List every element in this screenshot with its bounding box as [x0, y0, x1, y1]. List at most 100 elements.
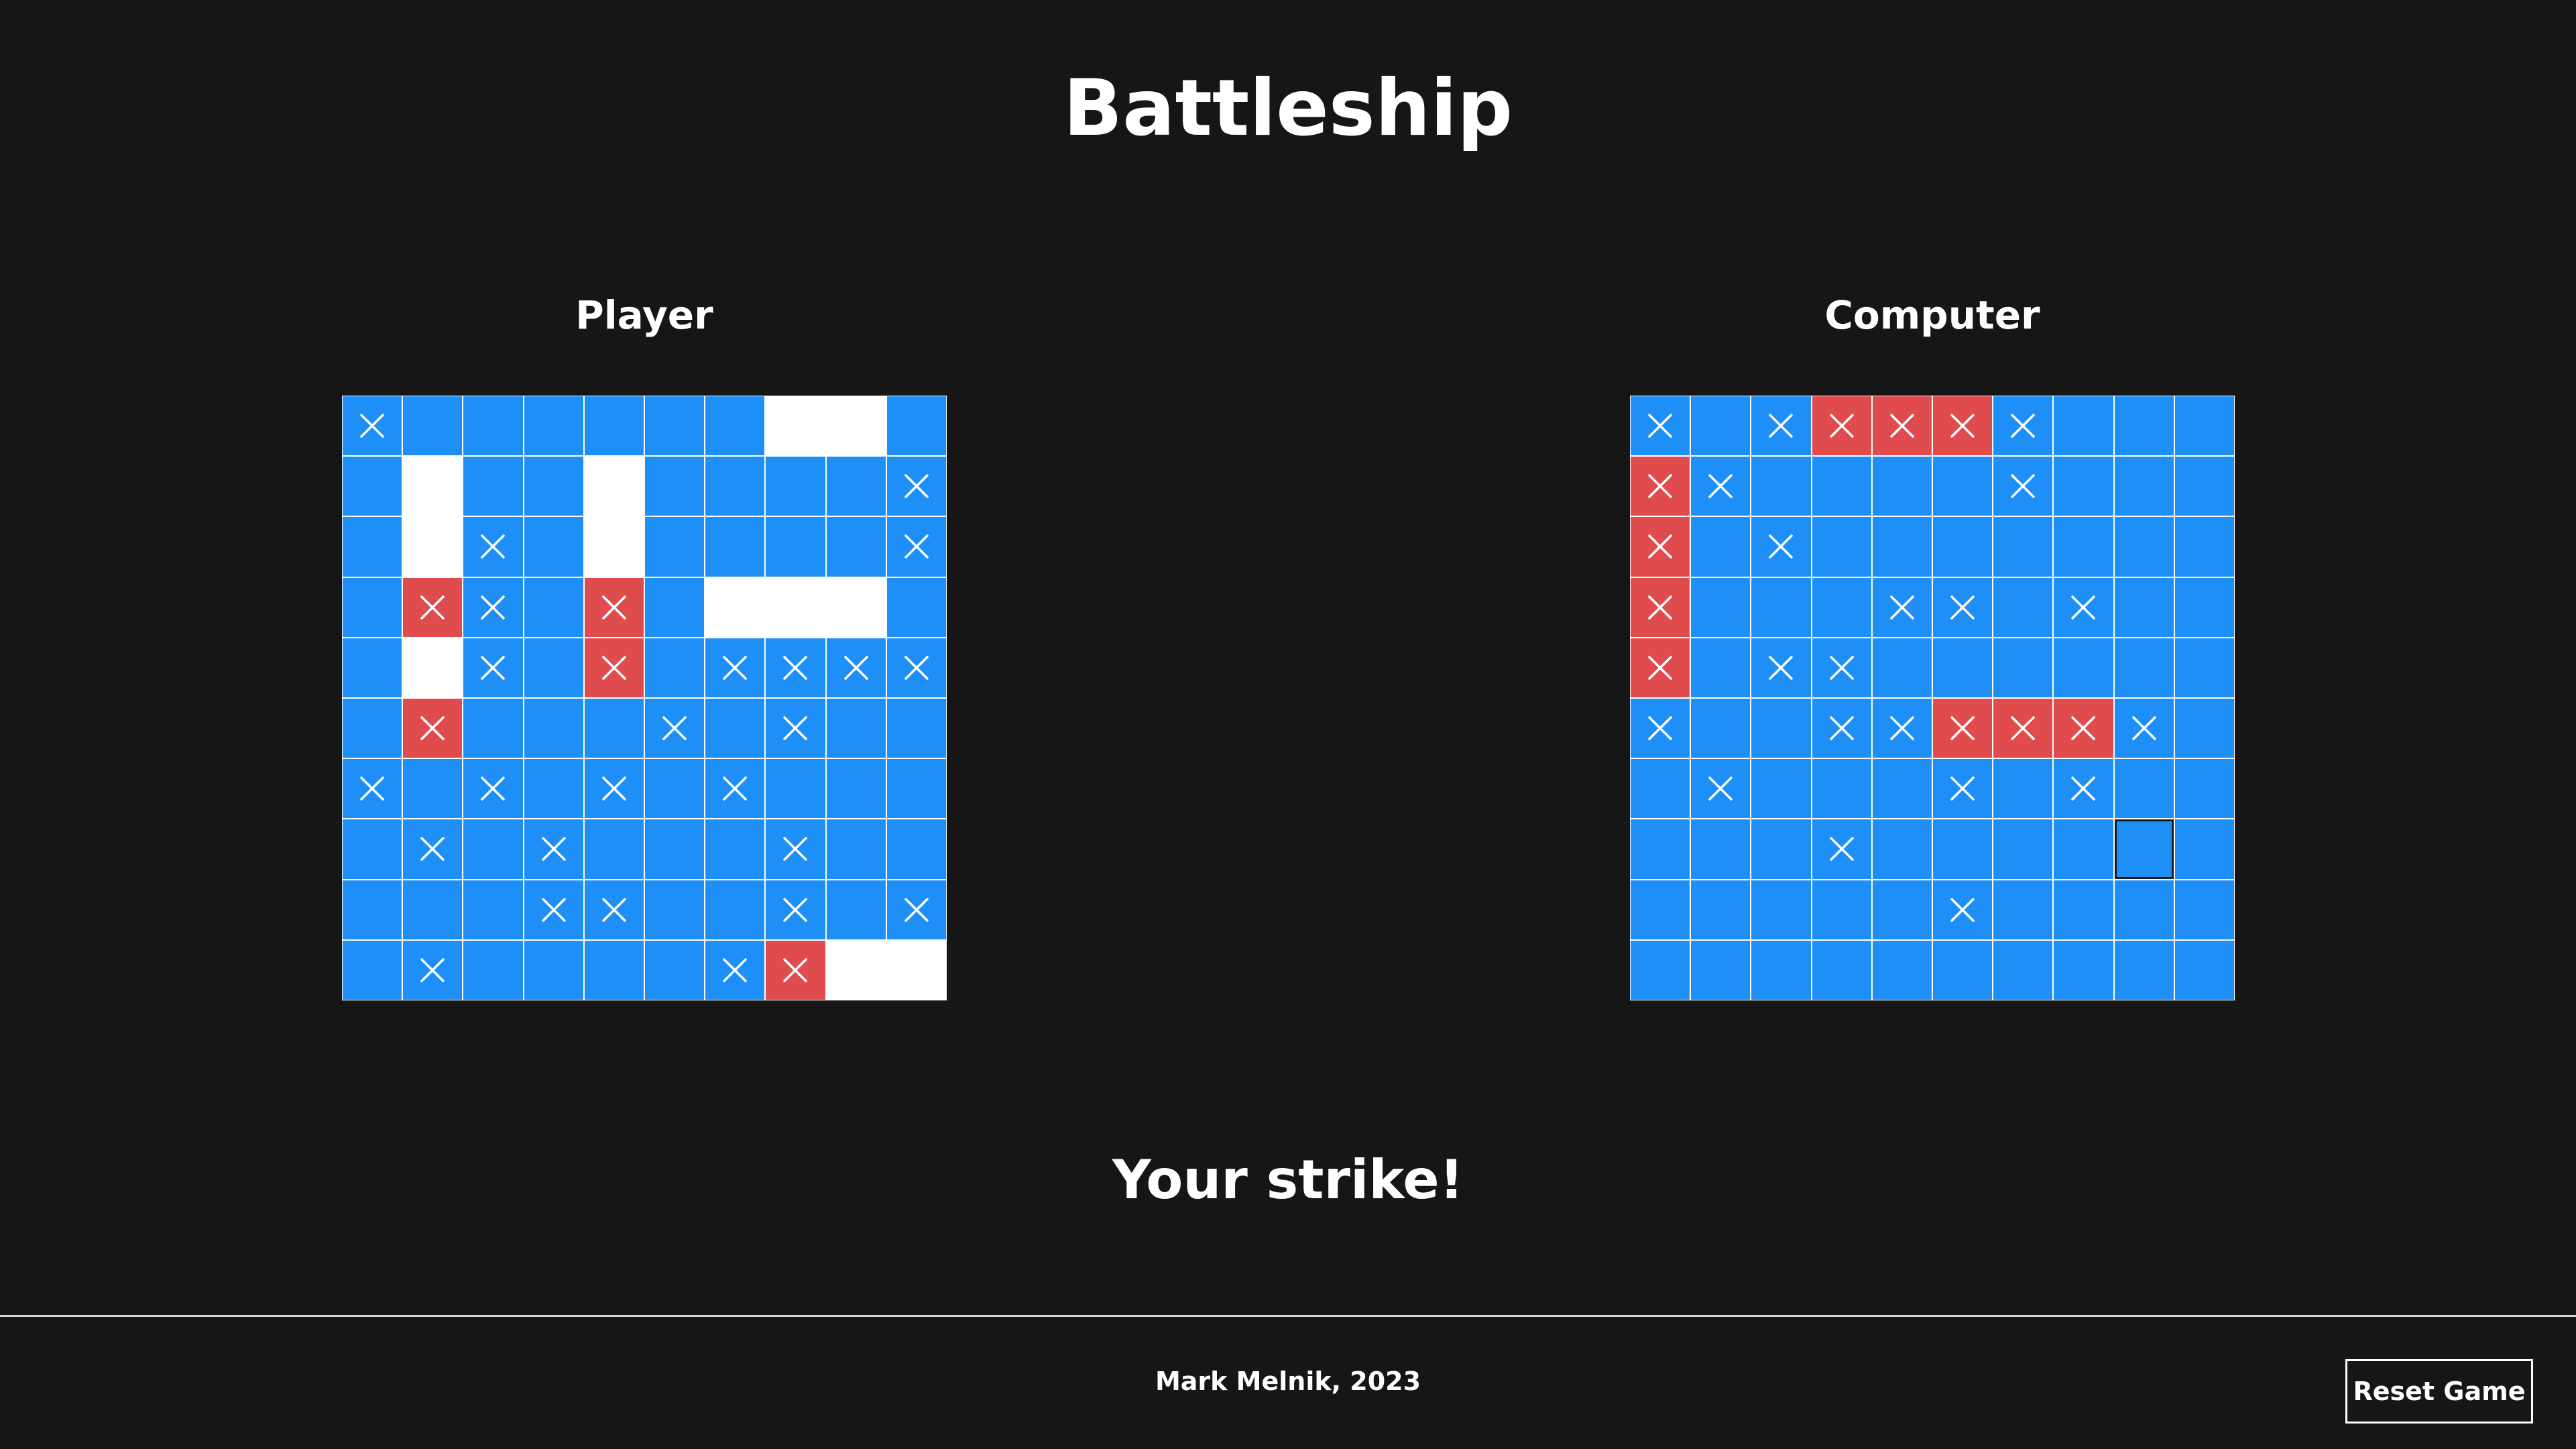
computer-cell-water[interactable]: [2054, 880, 2113, 939]
computer-cell-water[interactable]: [1691, 638, 1751, 697]
computer-cell-hit[interactable]: [1631, 638, 1690, 697]
computer-cell-hover[interactable]: [2114, 819, 2174, 879]
computer-cell-water[interactable]: [1631, 759, 1690, 819]
computer-cell-water[interactable]: [2054, 517, 2113, 577]
computer-cell-water[interactable]: [2114, 517, 2174, 577]
computer-cell-miss[interactable]: [1932, 577, 1993, 637]
computer-cell-water[interactable]: [1932, 638, 1993, 697]
computer-cell-water[interactable]: [1631, 819, 1690, 879]
computer-cell-water[interactable]: [2174, 698, 2234, 758]
computer-cell-miss[interactable]: [1812, 698, 1871, 758]
computer-cell-hit[interactable]: [1812, 396, 1871, 456]
computer-cell-water[interactable]: [1812, 880, 1871, 939]
computer-cell-water[interactable]: [1993, 819, 2053, 879]
computer-cell-hit[interactable]: [1932, 396, 1993, 456]
computer-cell-water[interactable]: [2114, 638, 2174, 697]
computer-cell-miss[interactable]: [1631, 698, 1690, 758]
computer-cell-water[interactable]: [1751, 880, 1811, 939]
computer-cell-miss[interactable]: [1872, 577, 1932, 637]
computer-cell-water[interactable]: [1872, 819, 1932, 879]
computer-cell-hit[interactable]: [1932, 698, 1993, 758]
computer-cell-hit[interactable]: [1872, 396, 1932, 456]
computer-cell-water[interactable]: [1812, 517, 1871, 577]
computer-cell-water[interactable]: [2174, 457, 2234, 516]
computer-cell-water[interactable]: [1993, 517, 2053, 577]
computer-cell-miss[interactable]: [1872, 698, 1932, 758]
computer-cell-water[interactable]: [1751, 577, 1811, 637]
computer-cell-water[interactable]: [1691, 577, 1751, 637]
computer-cell-water[interactable]: [1872, 880, 1932, 939]
computer-cell-miss[interactable]: [1812, 819, 1871, 879]
computer-cell-miss[interactable]: [1751, 638, 1811, 697]
computer-cell-miss[interactable]: [1751, 517, 1811, 577]
computer-cell-water[interactable]: [1691, 517, 1751, 577]
computer-cell-water[interactable]: [1812, 940, 1871, 1000]
computer-cell-water[interactable]: [2114, 577, 2174, 637]
computer-cell-hit[interactable]: [1631, 577, 1690, 637]
computer-cell-miss[interactable]: [1812, 638, 1871, 697]
computer-cell-water[interactable]: [2054, 819, 2113, 879]
computer-cell-water[interactable]: [2174, 759, 2234, 819]
computer-cell-miss[interactable]: [1691, 457, 1751, 516]
computer-cell-water[interactable]: [1872, 457, 1932, 516]
computer-cell-hit[interactable]: [1631, 517, 1690, 577]
computer-cell-water[interactable]: [1812, 457, 1871, 516]
computer-cell-water[interactable]: [1872, 517, 1932, 577]
computer-cell-hit[interactable]: [1993, 698, 2053, 758]
computer-cell-water[interactable]: [2174, 880, 2234, 939]
computer-cell-water[interactable]: [1932, 457, 1993, 516]
reset-game-button[interactable]: Reset Game: [2345, 1359, 2533, 1424]
computer-cell-water[interactable]: [2174, 517, 2234, 577]
computer-cell-water[interactable]: [1993, 880, 2053, 939]
computer-cell-water[interactable]: [2114, 880, 2174, 939]
computer-cell-water[interactable]: [2114, 396, 2174, 456]
computer-cell-water[interactable]: [2174, 819, 2234, 879]
computer-cell-water[interactable]: [1872, 759, 1932, 819]
computer-cell-miss[interactable]: [2054, 577, 2113, 637]
computer-cell-water[interactable]: [2174, 638, 2234, 697]
computer-cell-water[interactable]: [2174, 396, 2234, 456]
computer-cell-water[interactable]: [2054, 396, 2113, 456]
computer-cell-miss[interactable]: [1993, 396, 2053, 456]
computer-cell-water[interactable]: [1932, 940, 1993, 1000]
computer-cell-water[interactable]: [1631, 940, 1690, 1000]
computer-cell-miss[interactable]: [1932, 880, 1993, 939]
computer-cell-miss[interactable]: [1932, 759, 1993, 819]
computer-cell-water[interactable]: [1932, 517, 1993, 577]
computer-cell-water[interactable]: [1691, 698, 1751, 758]
computer-cell-hit[interactable]: [1631, 457, 1690, 516]
computer-cell-water[interactable]: [2114, 759, 2174, 819]
computer-cell-water[interactable]: [1751, 759, 1811, 819]
computer-cell-miss[interactable]: [2114, 698, 2174, 758]
computer-cell-miss[interactable]: [2054, 759, 2113, 819]
computer-cell-water[interactable]: [1993, 759, 2053, 819]
computer-cell-water[interactable]: [1993, 940, 2053, 1000]
computer-cell-miss[interactable]: [1751, 396, 1811, 456]
computer-cell-hit[interactable]: [2054, 698, 2113, 758]
computer-cell-miss[interactable]: [1993, 457, 2053, 516]
computer-cell-water[interactable]: [1872, 638, 1932, 697]
computer-cell-water[interactable]: [2114, 457, 2174, 516]
computer-cell-water[interactable]: [1872, 940, 1932, 1000]
computer-cell-water[interactable]: [1993, 577, 2053, 637]
computer-cell-water[interactable]: [1691, 819, 1751, 879]
computer-cell-miss[interactable]: [1691, 759, 1751, 819]
computer-cell-water[interactable]: [1812, 759, 1871, 819]
computer-cell-water[interactable]: [1751, 698, 1811, 758]
computer-cell-water[interactable]: [2174, 940, 2234, 1000]
computer-cell-water[interactable]: [2114, 940, 2174, 1000]
computer-cell-water[interactable]: [1812, 577, 1871, 637]
computer-cell-water[interactable]: [1691, 396, 1751, 456]
computer-cell-miss[interactable]: [1631, 396, 1690, 456]
computer-cell-water[interactable]: [1932, 819, 1993, 879]
computer-cell-water[interactable]: [1751, 819, 1811, 879]
computer-cell-water[interactable]: [1691, 940, 1751, 1000]
computer-cell-water[interactable]: [1631, 880, 1690, 939]
computer-cell-water[interactable]: [1751, 940, 1811, 1000]
computer-cell-water[interactable]: [2054, 457, 2113, 516]
computer-cell-water[interactable]: [1993, 638, 2053, 697]
computer-cell-water[interactable]: [2054, 638, 2113, 697]
computer-cell-water[interactable]: [1751, 457, 1811, 516]
computer-cell-water[interactable]: [1691, 880, 1751, 939]
computer-cell-water[interactable]: [2174, 577, 2234, 637]
